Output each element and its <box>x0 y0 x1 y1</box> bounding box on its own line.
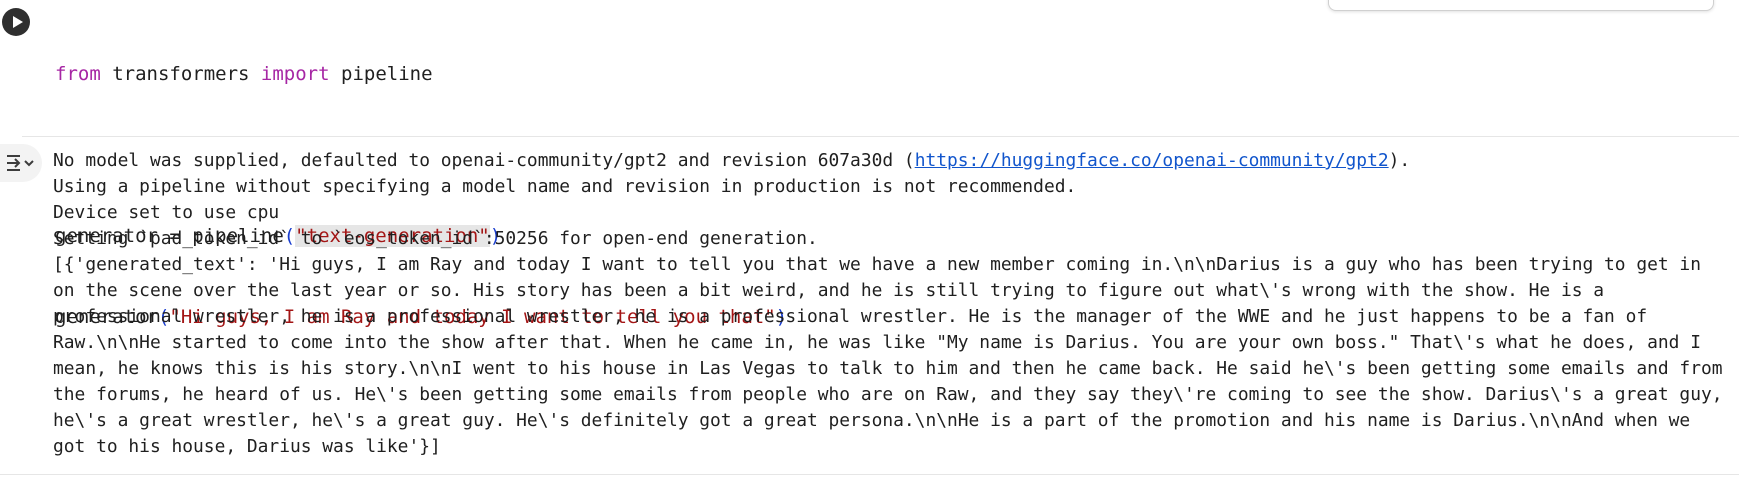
run-cell-button[interactable] <box>2 8 30 36</box>
keyword-import: import <box>260 63 330 85</box>
output-line-4: Setting `pad_token_id` to `eos_token_id`… <box>53 228 818 249</box>
module-name: transformers <box>100 63 261 85</box>
code-line-1: from transformers import pipeline <box>55 61 787 88</box>
keyword-from: from <box>55 63 101 85</box>
output-line-1-prefix: No model was supplied, defaulted to open… <box>53 150 915 171</box>
output-line-1-suffix: ). <box>1388 150 1411 171</box>
output-toggle-icon <box>7 155 34 171</box>
cell-bottom-border <box>0 474 1739 475</box>
generated-text-result: [{'generated_text': 'Hi guys, I am Ray a… <box>53 254 1734 457</box>
output-line-1: No model was supplied, defaulted to open… <box>53 148 1733 174</box>
output-toggle-button[interactable] <box>0 144 42 182</box>
floating-toolbar-panel <box>1328 0 1714 11</box>
import-name: pipeline <box>329 63 433 85</box>
cell-output-divider <box>22 136 1739 137</box>
cell-output: No model was supplied, defaulted to open… <box>53 148 1733 460</box>
model-link[interactable]: https://huggingface.co/openai-community/… <box>915 150 1389 171</box>
output-line-2: Using a pipeline without specifying a mo… <box>53 176 1077 197</box>
code-cell: from transformers import pipeline genera… <box>0 0 1739 481</box>
output-line-3: Device set to use cpu <box>53 202 280 223</box>
